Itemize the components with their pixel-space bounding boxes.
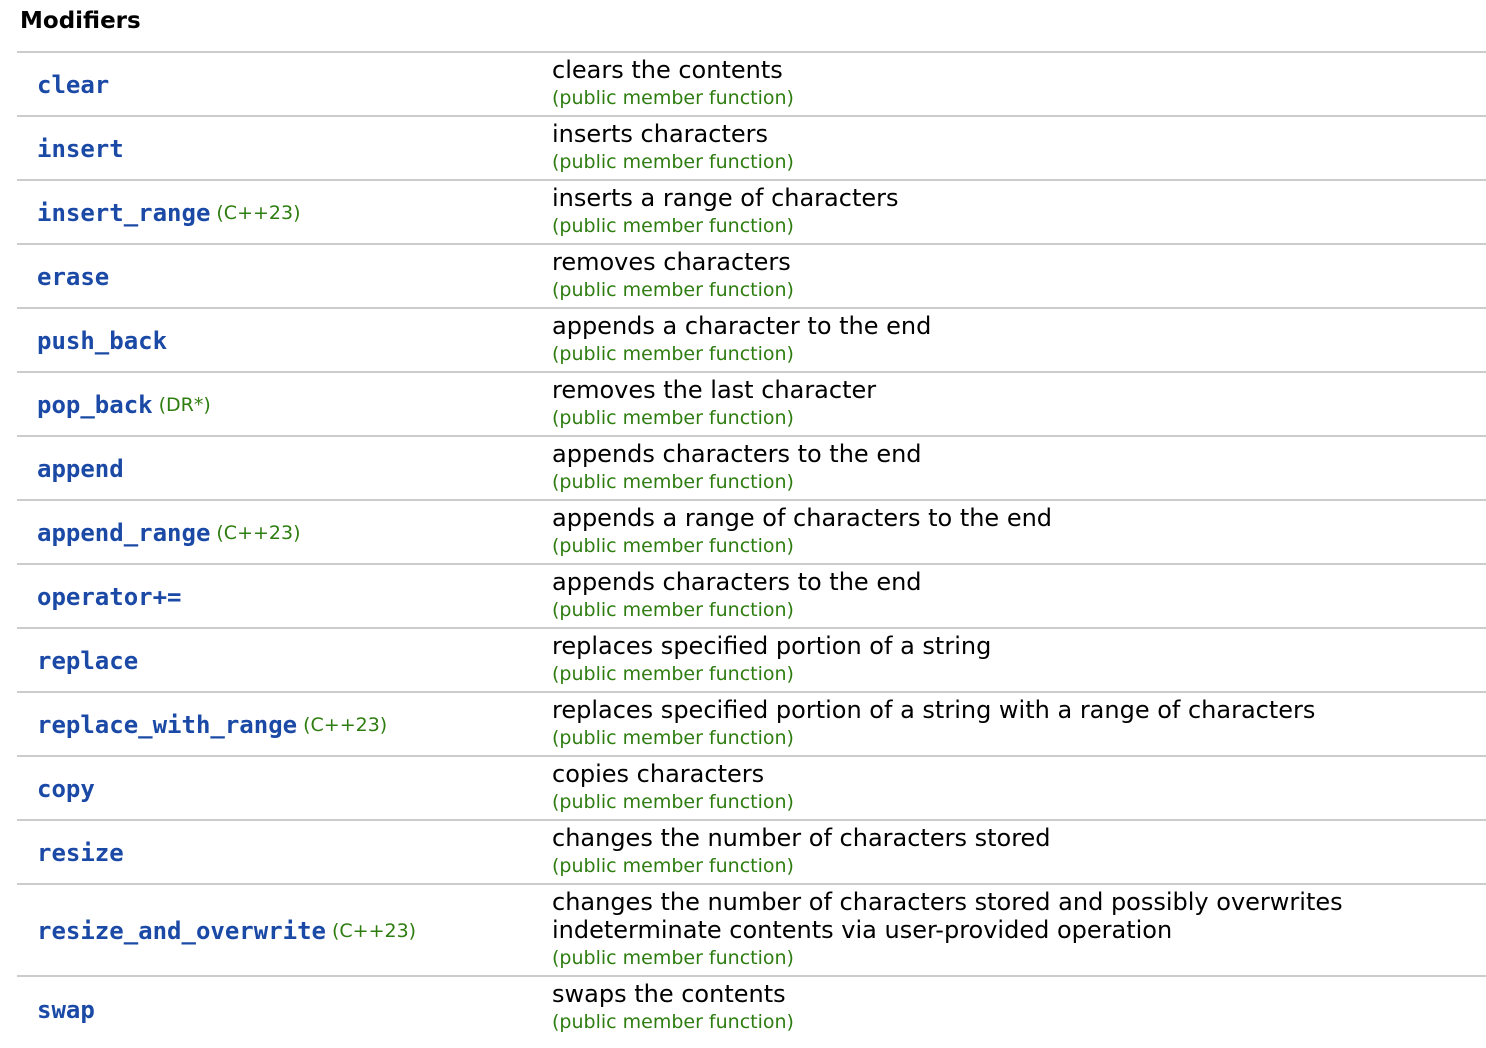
description-cell: appends characters to the end (public me… (552, 565, 1486, 627)
table-row: replace replaces specified portion of a … (17, 629, 1486, 693)
description-text: inserts a range of characters (552, 184, 899, 212)
description-cell: replaces specified portion of a string w… (552, 693, 1486, 755)
description-cell: appends a character to the end (public m… (552, 309, 1486, 371)
name-cell: replace_with_range (C++23) (17, 693, 552, 755)
description-text: removes the last character (552, 376, 877, 404)
description-cell: copies characters (public member functio… (552, 757, 1486, 819)
table-row: insert_range (C++23) inserts a range of … (17, 181, 1486, 245)
description-cell: changes the number of characters stored … (552, 821, 1486, 883)
table-row: push_back appends a character to the end… (17, 309, 1486, 373)
member-kind-label: (public member function) (552, 855, 794, 877)
description-text: replaces specified portion of a string w… (552, 696, 1316, 724)
function-link-pop-back[interactable]: pop_back (37, 390, 153, 420)
description-text: appends a character to the end (552, 312, 932, 340)
member-kind-label: (public member function) (552, 471, 794, 493)
description-cell: changes the number of characters stored … (552, 885, 1486, 975)
member-kind-label: (public member function) (552, 947, 794, 969)
description-text: replaces specified portion of a string (552, 632, 992, 660)
table-row: append_range (C++23) appends a range of … (17, 501, 1486, 565)
function-link-clear[interactable]: clear (37, 70, 109, 100)
name-cell: append_range (C++23) (17, 501, 552, 563)
description-cell: removes the last character (public membe… (552, 373, 1486, 435)
name-cell: append (17, 437, 552, 499)
table-row: replace_with_range (C++23) replaces spec… (17, 693, 1486, 757)
standard-version-mark: (C++23) (303, 714, 388, 736)
table-row: pop_back (DR*) removes the last characte… (17, 373, 1486, 437)
name-cell: erase (17, 245, 552, 307)
description-text: appends characters to the end (552, 568, 922, 596)
member-kind-label: (public member function) (552, 727, 794, 749)
function-link-swap[interactable]: swap (37, 995, 95, 1025)
description-text: appends a range of characters to the end (552, 504, 1053, 532)
description-text: swaps the contents (552, 980, 786, 1008)
description-cell: removes characters (public member functi… (552, 245, 1486, 307)
function-link-replace-with-range[interactable]: replace_with_range (37, 710, 297, 740)
function-link-insert[interactable]: insert (37, 134, 124, 164)
description-cell: swaps the contents (public member functi… (552, 977, 1486, 1041)
name-cell: replace (17, 629, 552, 691)
table-row: clear clears the contents (public member… (17, 53, 1486, 117)
description-text: removes characters (552, 248, 791, 276)
section-title: Modifiers (20, 8, 141, 34)
description-cell: replaces specified portion of a string (… (552, 629, 1486, 691)
name-cell: clear (17, 53, 552, 115)
member-kind-label: (public member function) (552, 791, 794, 813)
member-kind-label: (public member function) (552, 663, 794, 685)
table-row: append appends characters to the end (pu… (17, 437, 1486, 501)
name-cell: push_back (17, 309, 552, 371)
name-cell: insert_range (C++23) (17, 181, 552, 243)
description-text: clears the contents (552, 56, 783, 84)
name-cell: resize (17, 821, 552, 883)
member-kind-label: (public member function) (552, 215, 794, 237)
description-cell: inserts a range of characters (public me… (552, 181, 1486, 243)
description-cell: inserts characters (public member functi… (552, 117, 1486, 179)
member-kind-label: (public member function) (552, 343, 794, 365)
description-text: changes the number of characters stored (552, 824, 1051, 852)
description-text: inserts characters (552, 120, 768, 148)
table-row: insert inserts characters (public member… (17, 117, 1486, 181)
member-kind-label: (public member function) (552, 151, 794, 173)
standard-version-mark: (C++23) (216, 522, 301, 544)
function-link-copy[interactable]: copy (37, 774, 95, 804)
name-cell: resize_and_overwrite (C++23) (17, 885, 552, 975)
table-row: resize_and_overwrite (C++23) changes the… (17, 885, 1486, 977)
member-kind-label: (public member function) (552, 535, 794, 557)
function-link-resize[interactable]: resize (37, 838, 124, 868)
function-link-append[interactable]: append (37, 454, 124, 484)
table-row: erase removes characters (public member … (17, 245, 1486, 309)
function-link-push-back[interactable]: push_back (37, 326, 167, 356)
description-cell: appends characters to the end (public me… (552, 437, 1486, 499)
name-cell: swap (17, 977, 552, 1041)
name-cell: pop_back (DR*) (17, 373, 552, 435)
description-text: appends characters to the end (552, 440, 922, 468)
function-link-replace[interactable]: replace (37, 646, 138, 676)
member-kind-label: (public member function) (552, 279, 794, 301)
standard-version-mark: (C++23) (331, 920, 417, 942)
description-text: copies characters (552, 760, 765, 788)
function-link-append-range[interactable]: append_range (37, 518, 210, 548)
defect-report-mark[interactable]: (DR*) (159, 390, 211, 420)
table-row: operator+= appends characters to the end… (17, 565, 1486, 629)
description-cell: appends a range of characters to the end… (552, 501, 1486, 563)
table-row: resize changes the number of characters … (17, 821, 1486, 885)
name-cell: operator+= (17, 565, 552, 627)
function-link-operator-plus-equals[interactable]: operator+= (37, 582, 182, 612)
description-text-line-1: changes the number of characters stored … (552, 888, 1343, 916)
name-cell: copy (17, 757, 552, 819)
member-kind-label: (public member function) (552, 87, 794, 109)
standard-version-mark: (C++23) (216, 202, 301, 224)
function-link-insert-range[interactable]: insert_range (37, 198, 210, 228)
member-kind-label: (public member function) (552, 599, 794, 621)
member-kind-label: (public member function) (552, 1011, 794, 1033)
table-row: copy copies characters (public member fu… (17, 757, 1486, 821)
function-link-resize-and-overwrite[interactable]: resize_and_overwrite (37, 916, 326, 946)
description-text-line-2: indeterminate contents via user-provided… (552, 916, 1173, 944)
description-cell: clears the contents (public member funct… (552, 53, 1486, 115)
table-row: swap swaps the contents (public member f… (17, 977, 1486, 1041)
name-cell: insert (17, 117, 552, 179)
member-kind-label: (public member function) (552, 407, 794, 429)
function-link-erase[interactable]: erase (37, 262, 109, 292)
modifiers-table: clear clears the contents (public member… (17, 51, 1486, 1041)
